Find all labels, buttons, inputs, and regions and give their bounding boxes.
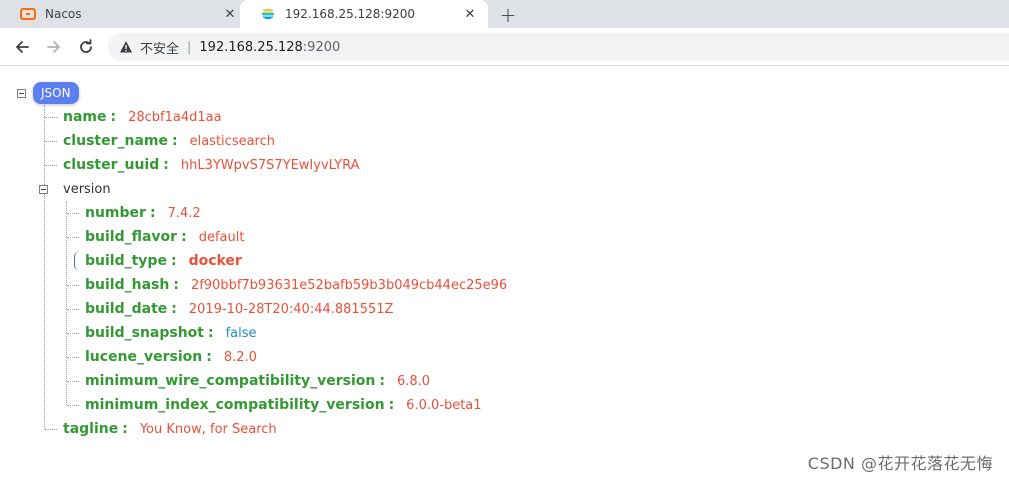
url-host[interactable]: 192.168.25.128 (199, 40, 302, 55)
json-row-number[interactable]: number: 7.4.2 (85, 203, 201, 223)
tree-line (67, 333, 79, 334)
json-value: false (225, 325, 257, 341)
elastic-icon (260, 6, 276, 22)
insecure-label[interactable]: 不安全 (140, 38, 179, 57)
json-viewer: JSON name: 28cbf1a4d1aa cluster_name: el… (0, 67, 1009, 482)
json-value: hhL3YWpvS7S7YEwIyvLYRA (180, 157, 360, 173)
tab-title: 192.168.25.128:9200 (285, 7, 416, 21)
json-key: cluster_uuid (63, 157, 160, 173)
close-icon[interactable]: ✕ (222, 6, 238, 22)
nacos-icon (20, 6, 36, 22)
json-key: build_hash (85, 277, 170, 293)
json-colon: : (181, 229, 187, 245)
json-key: name (63, 109, 107, 125)
json-colon: : (208, 325, 214, 341)
tree-line (45, 141, 57, 142)
tab-strip: Nacos ✕ 192.168.25.128:9200 ✕ + (0, 0, 1009, 28)
tab-title: Nacos (45, 7, 82, 21)
arrow-right-icon (47, 41, 60, 53)
json-row-name[interactable]: name: 28cbf1a4d1aa (63, 107, 222, 127)
json-value: 6.0.0-beta1 (406, 397, 482, 413)
new-tab-button[interactable]: + (497, 3, 519, 27)
forward-button[interactable] (42, 35, 66, 59)
json-colon: : (379, 373, 385, 389)
json-colon: : (172, 133, 178, 149)
json-row-build-date[interactable]: build_date: 2019-10-28T20:40:44.881551Z (85, 299, 393, 319)
json-value: 7.4.2 (167, 205, 201, 221)
json-colon: : (388, 397, 395, 413)
json-row-build-hash[interactable]: build_hash: 2f90bbf7b93631e52bafb59b3b04… (85, 275, 507, 295)
json-row-min-wire-version[interactable]: minimum_wire_compatibility_version: 6.8.… (85, 371, 430, 391)
json-colon: : (170, 253, 177, 269)
back-button[interactable] (10, 35, 34, 59)
json-key: minimum_wire_compatibility_version (85, 373, 376, 389)
tree-line (67, 405, 79, 406)
json-row-tagline[interactable]: tagline: You Know, for Search (63, 419, 277, 439)
json-value: docker (188, 253, 242, 269)
tree-line (66, 201, 67, 405)
collapse-root-toggle[interactable] (17, 89, 26, 98)
warning-icon[interactable] (118, 39, 134, 55)
close-icon[interactable]: ✕ (462, 6, 478, 22)
tree-line (67, 357, 79, 358)
json-colon: : (122, 421, 128, 437)
json-key: minimum_index_compatibility_version (85, 397, 385, 413)
json-row-build-type[interactable]: build_type: docker (85, 251, 242, 271)
collapse-version-toggle[interactable] (39, 185, 48, 194)
json-root-badge[interactable]: JSON (33, 82, 79, 104)
json-row-build-flavor[interactable]: build_flavor: default (85, 227, 244, 247)
json-key: lucene_version (85, 349, 203, 365)
json-value: 2f90bbf7b93631e52bafb59b3b049cb44ec25e96 (190, 277, 508, 293)
json-row-cluster-name[interactable]: cluster_name: elasticsearch (63, 131, 275, 151)
json-row-version[interactable]: version (63, 179, 111, 199)
json-colon: : (173, 277, 179, 293)
json-colon: : (163, 157, 169, 173)
reload-button[interactable] (74, 35, 98, 59)
json-key: build_flavor (85, 229, 178, 245)
tab-nacos[interactable]: Nacos ✕ (0, 0, 248, 28)
json-key: build_date (85, 301, 168, 317)
json-row-min-index-version[interactable]: minimum_index_compatibility_version: 6.0… (85, 395, 482, 415)
tree-line (67, 213, 79, 214)
json-colon: : (149, 205, 156, 221)
reload-icon (80, 39, 92, 53)
json-row-build-snapshot[interactable]: build_snapshot: false (85, 323, 257, 343)
json-key: build_type (85, 253, 167, 269)
json-key: version (63, 181, 111, 197)
json-key: number (85, 205, 146, 221)
tab-elasticsearch[interactable]: 192.168.25.128:9200 ✕ (240, 0, 488, 28)
json-key: tagline (63, 421, 119, 437)
tree-line (44, 105, 45, 429)
json-value: elasticsearch (189, 133, 275, 149)
tree-line (45, 165, 57, 166)
json-row-lucene-version[interactable]: lucene_version: 8.2.0 (85, 347, 257, 367)
json-value: 28cbf1a4d1aa (128, 109, 222, 125)
json-colon: : (171, 301, 177, 317)
browser-toolbar: 不安全 | 192.168.25.128:9200 (0, 28, 1009, 66)
arrow-left-icon (16, 41, 29, 53)
json-key: build_snapshot (85, 325, 204, 341)
json-value: default (198, 229, 245, 245)
json-value: 8.2.0 (223, 349, 257, 365)
hover-bracket (74, 251, 80, 271)
address-bar[interactable]: 不安全 | 192.168.25.128:9200 (108, 33, 1009, 61)
json-value: You Know, for Search (139, 421, 277, 437)
tree-line (67, 237, 79, 238)
json-value: 6.8.0 (396, 373, 431, 389)
tree-line (67, 309, 79, 310)
json-key: cluster_name (63, 133, 168, 149)
tree-line (67, 381, 79, 382)
omnibox-divider: | (187, 39, 192, 55)
tree-line (45, 117, 57, 118)
json-row-cluster-uuid[interactable]: cluster_uuid: hhL3YWpvS7S7YEwIyvLYRA (63, 155, 360, 175)
json-colon: : (110, 109, 117, 125)
tree-line (67, 285, 79, 286)
tree-line (45, 429, 57, 430)
json-value: 2019-10-28T20:40:44.881551Z (188, 301, 394, 317)
watermark: CSDN @花开花落花无悔 (807, 454, 993, 473)
json-colon: : (206, 349, 212, 365)
url-port[interactable]: :9200 (303, 40, 340, 55)
